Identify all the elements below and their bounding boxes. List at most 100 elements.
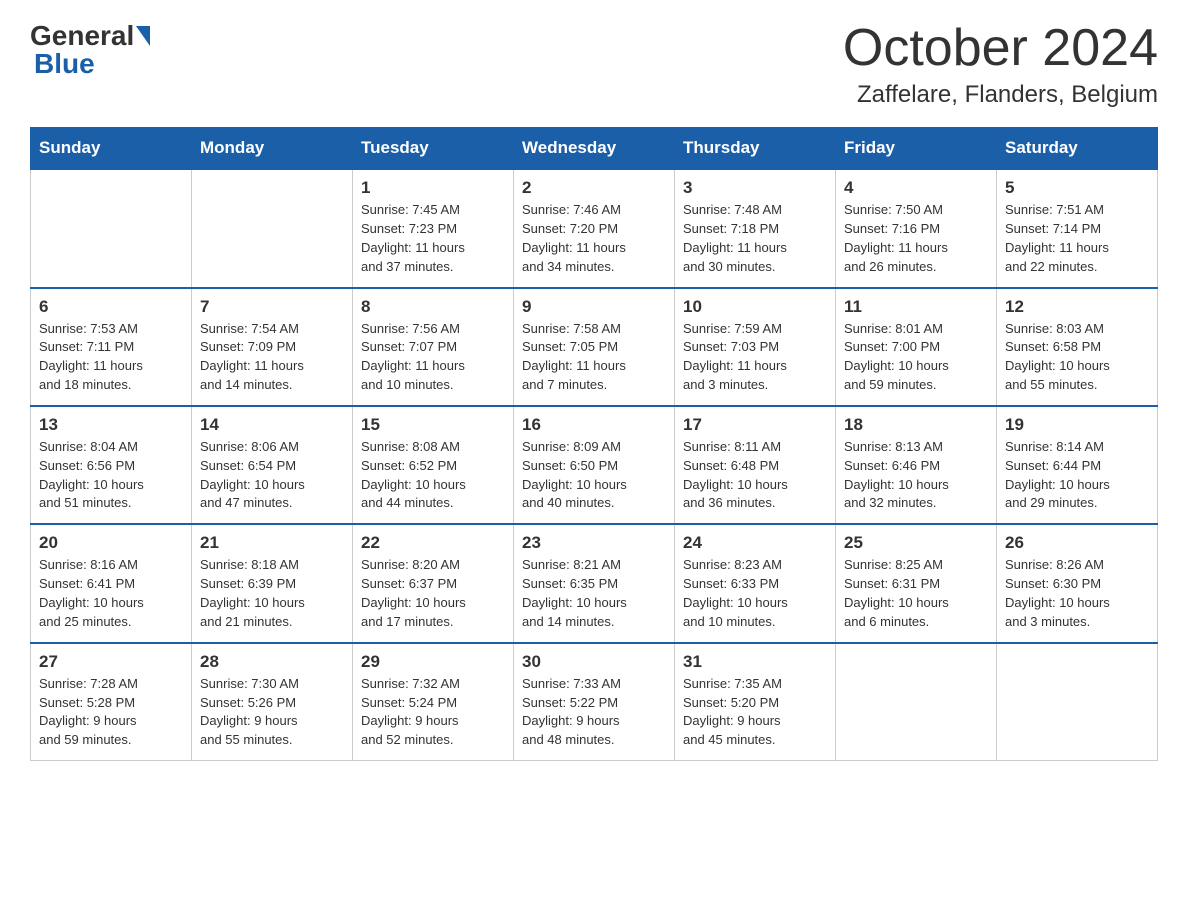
calendar-header-row: SundayMondayTuesdayWednesdayThursdayFrid…	[31, 128, 1158, 170]
calendar-header-wednesday: Wednesday	[514, 128, 675, 170]
day-number: 26	[1005, 533, 1149, 553]
calendar-week-row: 1Sunrise: 7:45 AM Sunset: 7:23 PM Daylig…	[31, 169, 1158, 287]
day-number: 6	[39, 297, 183, 317]
day-info: Sunrise: 7:28 AM Sunset: 5:28 PM Dayligh…	[39, 675, 183, 750]
day-info: Sunrise: 7:54 AM Sunset: 7:09 PM Dayligh…	[200, 320, 344, 395]
day-info: Sunrise: 8:21 AM Sunset: 6:35 PM Dayligh…	[522, 556, 666, 631]
calendar-header-sunday: Sunday	[31, 128, 192, 170]
day-number: 9	[522, 297, 666, 317]
location-title: Zaffelare, Flanders, Belgium	[843, 81, 1158, 109]
calendar-cell	[836, 643, 997, 761]
calendar-cell: 1Sunrise: 7:45 AM Sunset: 7:23 PM Daylig…	[353, 169, 514, 287]
calendar-cell: 6 Sunrise: 7:53 AM Sunset: 7:11 PM Daylig…	[31, 288, 192, 406]
calendar-cell: 11 Sunrise: 8:01 AM Sunset: 7:00 PM Dayli…	[836, 288, 997, 406]
day-info: Sunrise: 7:35 AM Sunset: 5:20 PM Dayligh…	[683, 675, 827, 750]
day-number: 22	[361, 533, 505, 553]
day-info: Sunrise: 8:23 AM Sunset: 6:33 PM Dayligh…	[683, 556, 827, 631]
calendar-cell: 25 Sunrise: 8:25 AM Sunset: 6:31 PM Dayli…	[836, 524, 997, 642]
calendar-cell: 14 Sunrise: 8:06 AM Sunset: 6:54 PM Dayli…	[192, 406, 353, 524]
calendar-header-friday: Friday	[836, 128, 997, 170]
calendar-header-tuesday: Tuesday	[353, 128, 514, 170]
day-info: Sunrise: 7:59 AM Sunset: 7:03 PM Dayligh…	[683, 320, 827, 395]
day-info: Sunrise: 8:06 AM Sunset: 6:54 PM Dayligh…	[200, 438, 344, 513]
day-number: 18	[844, 415, 988, 435]
day-number: 20	[39, 533, 183, 553]
day-info: Sunrise: 8:13 AM Sunset: 6:46 PM Dayligh…	[844, 438, 988, 513]
calendar-cell: 3 Sunrise: 7:48 AM Sunset: 7:18 PM Daylig…	[675, 169, 836, 287]
day-info: Sunrise: 8:08 AM Sunset: 6:52 PM Dayligh…	[361, 438, 505, 513]
day-number: 29	[361, 652, 505, 672]
logo-blue-text: Blue	[34, 48, 95, 79]
calendar-cell: 10 Sunrise: 7:59 AM Sunset: 7:03 PM Dayli…	[675, 288, 836, 406]
day-info: Sunrise: 8:20 AM Sunset: 6:37 PM Dayligh…	[361, 556, 505, 631]
day-info: Sunrise: 7:48 AM Sunset: 7:18 PM Dayligh…	[683, 201, 827, 276]
calendar-cell: 26 Sunrise: 8:26 AM Sunset: 6:30 PM Dayli…	[997, 524, 1158, 642]
day-number: 5	[1005, 178, 1149, 198]
day-number: 24	[683, 533, 827, 553]
calendar-table: SundayMondayTuesdayWednesdayThursdayFrid…	[30, 127, 1158, 761]
calendar-header-thursday: Thursday	[675, 128, 836, 170]
day-info: Sunrise: 8:03 AM Sunset: 6:58 PM Dayligh…	[1005, 320, 1149, 395]
day-info: Sunrise: 7:30 AM Sunset: 5:26 PM Dayligh…	[200, 675, 344, 750]
calendar-cell: 20Sunrise: 8:16 AM Sunset: 6:41 PM Dayli…	[31, 524, 192, 642]
calendar-week-row: 27 Sunrise: 7:28 AM Sunset: 5:28 PM Dayli…	[31, 643, 1158, 761]
day-info: Sunrise: 8:09 AM Sunset: 6:50 PM Dayligh…	[522, 438, 666, 513]
day-info: Sunrise: 7:53 AM Sunset: 7:11 PM Dayligh…	[39, 320, 183, 395]
day-info: Sunrise: 7:46 AM Sunset: 7:20 PM Dayligh…	[522, 201, 666, 276]
day-info: Sunrise: 8:01 AM Sunset: 7:00 PM Dayligh…	[844, 320, 988, 395]
day-number: 25	[844, 533, 988, 553]
day-info: Sunrise: 8:04 AM Sunset: 6:56 PM Dayligh…	[39, 438, 183, 513]
calendar-cell: 19Sunrise: 8:14 AM Sunset: 6:44 PM Dayli…	[997, 406, 1158, 524]
calendar-cell	[31, 169, 192, 287]
day-number: 14	[200, 415, 344, 435]
day-number: 31	[683, 652, 827, 672]
calendar-header-monday: Monday	[192, 128, 353, 170]
calendar-cell: 2Sunrise: 7:46 AM Sunset: 7:20 PM Daylig…	[514, 169, 675, 287]
calendar-cell: 24 Sunrise: 8:23 AM Sunset: 6:33 PM Dayli…	[675, 524, 836, 642]
calendar-cell	[997, 643, 1158, 761]
calendar-cell: 4 Sunrise: 7:50 AM Sunset: 7:16 PM Daylig…	[836, 169, 997, 287]
day-number: 3	[683, 178, 827, 198]
title-section: October 2024 Zaffelare, Flanders, Belgiu…	[843, 20, 1158, 109]
calendar-cell: 28 Sunrise: 7:30 AM Sunset: 5:26 PM Dayli…	[192, 643, 353, 761]
day-number: 7	[200, 297, 344, 317]
day-info: Sunrise: 8:11 AM Sunset: 6:48 PM Dayligh…	[683, 438, 827, 513]
day-info: Sunrise: 8:26 AM Sunset: 6:30 PM Dayligh…	[1005, 556, 1149, 631]
day-number: 10	[683, 297, 827, 317]
day-number: 30	[522, 652, 666, 672]
day-info: Sunrise: 8:14 AM Sunset: 6:44 PM Dayligh…	[1005, 438, 1149, 513]
day-number: 12	[1005, 297, 1149, 317]
page-header: General Blue October 2024 Zaffelare, Fla…	[30, 20, 1158, 109]
calendar-cell: 12 Sunrise: 8:03 AM Sunset: 6:58 PM Dayli…	[997, 288, 1158, 406]
day-number: 11	[844, 297, 988, 317]
calendar-cell: 23 Sunrise: 8:21 AM Sunset: 6:35 PM Dayli…	[514, 524, 675, 642]
logo-triangle-icon	[136, 26, 150, 46]
calendar-cell: 16Sunrise: 8:09 AM Sunset: 6:50 PM Dayli…	[514, 406, 675, 524]
calendar-cell: 8Sunrise: 7:56 AM Sunset: 7:07 PM Daylig…	[353, 288, 514, 406]
day-number: 15	[361, 415, 505, 435]
calendar-cell: 13Sunrise: 8:04 AM Sunset: 6:56 PM Dayli…	[31, 406, 192, 524]
calendar-cell: 27 Sunrise: 7:28 AM Sunset: 5:28 PM Dayli…	[31, 643, 192, 761]
calendar-cell: 9 Sunrise: 7:58 AM Sunset: 7:05 PM Daylig…	[514, 288, 675, 406]
calendar-cell: 5 Sunrise: 7:51 AM Sunset: 7:14 PM Daylig…	[997, 169, 1158, 287]
day-number: 23	[522, 533, 666, 553]
day-info: Sunrise: 7:45 AM Sunset: 7:23 PM Dayligh…	[361, 201, 505, 276]
day-info: Sunrise: 7:50 AM Sunset: 7:16 PM Dayligh…	[844, 201, 988, 276]
month-title: October 2024	[843, 20, 1158, 77]
calendar-header-saturday: Saturday	[997, 128, 1158, 170]
day-info: Sunrise: 7:51 AM Sunset: 7:14 PM Dayligh…	[1005, 201, 1149, 276]
calendar-week-row: 13Sunrise: 8:04 AM Sunset: 6:56 PM Dayli…	[31, 406, 1158, 524]
calendar-cell: 18 Sunrise: 8:13 AM Sunset: 6:46 PM Dayli…	[836, 406, 997, 524]
calendar-week-row: 20Sunrise: 8:16 AM Sunset: 6:41 PM Dayli…	[31, 524, 1158, 642]
day-number: 27	[39, 652, 183, 672]
day-number: 4	[844, 178, 988, 198]
calendar-week-row: 6 Sunrise: 7:53 AM Sunset: 7:11 PM Daylig…	[31, 288, 1158, 406]
calendar-cell: 29Sunrise: 7:32 AM Sunset: 5:24 PM Dayli…	[353, 643, 514, 761]
calendar-cell: 30Sunrise: 7:33 AM Sunset: 5:22 PM Dayli…	[514, 643, 675, 761]
calendar-cell: 17Sunrise: 8:11 AM Sunset: 6:48 PM Dayli…	[675, 406, 836, 524]
day-info: Sunrise: 8:18 AM Sunset: 6:39 PM Dayligh…	[200, 556, 344, 631]
day-number: 8	[361, 297, 505, 317]
day-info: Sunrise: 8:25 AM Sunset: 6:31 PM Dayligh…	[844, 556, 988, 631]
day-info: Sunrise: 7:58 AM Sunset: 7:05 PM Dayligh…	[522, 320, 666, 395]
day-number: 28	[200, 652, 344, 672]
